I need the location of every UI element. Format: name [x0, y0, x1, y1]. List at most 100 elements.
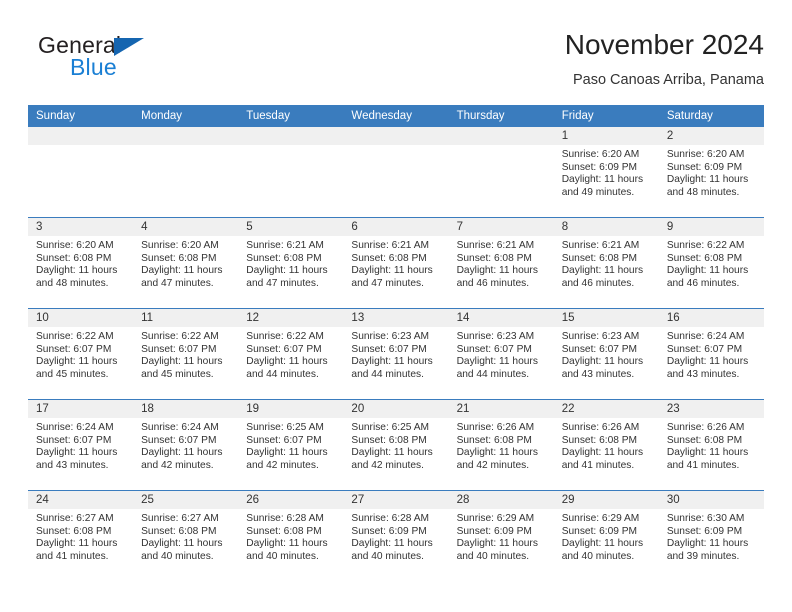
calendar-day[interactable]: 5 Sunrise: 6:21 AM Sunset: 6:08 PM Daylight… [238, 218, 344, 308]
calendar-day[interactable]: 18 Sunrise: 6:24 AM Sunset: 6:07 PM Dayligh… [133, 400, 239, 490]
calendar-day[interactable]: 16 Sunrise: 6:24 AM Sunset: 6:07 PM Dayligh… [658, 309, 764, 399]
calendar-day[interactable]: 27 Sunrise: 6:28 AM Sunset: 6:09 PM Dayligh… [343, 491, 449, 581]
calendar-cell: 30 Sunrise: 6:30 AM Sunset: 6:09 PM Dayligh… [658, 490, 764, 581]
day-details: Sunrise: 6:22 AM Sunset: 6:07 PM Daylight:… [28, 327, 133, 381]
calendar-day[interactable]: 11 Sunrise: 6:22 AM Sunset: 6:07 PM Dayligh… [133, 309, 239, 399]
calendar-day[interactable]: 9 Sunrise: 6:22 AM Sunset: 6:08 PM Daylight… [658, 218, 764, 308]
calendar-day[interactable]: 24 Sunrise: 6:27 AM Sunset: 6:08 PM Dayligh… [28, 491, 134, 581]
daylight-text: Daylight: 11 hours and 47 minutes. [141, 265, 223, 289]
calendar-day[interactable]: 20 Sunrise: 6:25 AM Sunset: 6:08 PM Dayligh… [343, 400, 449, 490]
calendar-day[interactable]: 14 Sunrise: 6:23 AM Sunset: 6:07 PM Dayligh… [448, 309, 554, 399]
sunset-text: Sunset: 6:08 PM [351, 434, 427, 446]
calendar-cell: 11 Sunrise: 6:22 AM Sunset: 6:07 PM Dayligh… [133, 308, 239, 400]
sunrise-text: Sunrise: 6:26 AM [456, 422, 535, 433]
daylight-text: Daylight: 11 hours and 44 minutes. [246, 356, 328, 380]
sunrise-text: Sunrise: 6:24 AM [141, 422, 219, 433]
calendar-day[interactable]: 4 Sunrise: 6:20 AM Sunset: 6:08 PM Daylight… [133, 218, 239, 308]
sunrise-text: Sunrise: 6:22 AM [246, 331, 324, 342]
calendar-day[interactable]: 22 Sunrise: 6:26 AM Sunset: 6:08 PM Dayligh… [553, 400, 659, 490]
daylight-text: Daylight: 11 hours and 44 minutes. [351, 356, 433, 380]
sunset-text: Sunset: 6:08 PM [36, 525, 112, 537]
calendar-day[interactable]: 23 Sunrise: 6:26 AM Sunset: 6:08 PM Dayligh… [658, 400, 764, 490]
day-details: Sunrise: 6:23 AM Sunset: 6:07 PM Daylight:… [343, 327, 448, 381]
daylight-text: Daylight: 11 hours and 42 minutes. [141, 447, 223, 471]
daylight-text: Daylight: 11 hours and 48 minutes. [666, 174, 749, 198]
day-number [133, 127, 239, 145]
calendar-day[interactable]: 13 Sunrise: 6:23 AM Sunset: 6:07 PM Dayligh… [343, 309, 449, 399]
daylight-text: Daylight: 11 hours and 47 minutes. [351, 265, 433, 289]
daylight-text: Daylight: 11 hours and 47 minutes. [246, 265, 328, 289]
calendar-cell: 3 Sunrise: 6:20 AM Sunset: 6:08 PM Daylight… [28, 217, 134, 309]
calendar-day[interactable]: 12 Sunrise: 6:22 AM Sunset: 6:07 PM Dayligh… [238, 309, 344, 399]
calendar-day[interactable]: 19 Sunrise: 6:25 AM Sunset: 6:07 PM Dayligh… [238, 400, 344, 490]
daylight-text: Daylight: 11 hours and 41 minutes. [666, 447, 749, 471]
calendar-day[interactable]: 26 Sunrise: 6:28 AM Sunset: 6:08 PM Dayligh… [238, 491, 344, 581]
daylight-text: Daylight: 11 hours and 40 minutes. [561, 538, 644, 562]
sunrise-text: Sunrise: 6:20 AM [666, 149, 745, 160]
calendar-cell: 22 Sunrise: 6:26 AM Sunset: 6:08 PM Dayligh… [553, 399, 659, 491]
weekday-header-friday: Friday [553, 105, 659, 127]
sunrise-text: Sunrise: 6:21 AM [351, 240, 430, 251]
sunset-text: Sunset: 6:07 PM [561, 343, 638, 355]
calendar-day[interactable]: 7 Sunrise: 6:21 AM Sunset: 6:08 PM Daylight… [448, 218, 554, 308]
calendar-day-empty [448, 127, 554, 217]
sunrise-text: Sunrise: 6:21 AM [246, 240, 324, 251]
calendar-day[interactable]: 17 Sunrise: 6:24 AM Sunset: 6:07 PM Dayligh… [28, 400, 134, 490]
sunset-text: Sunset: 6:07 PM [141, 434, 217, 446]
day-number: 2 [658, 127, 764, 145]
calendar-cell [343, 127, 449, 218]
calendar-day[interactable]: 15 Sunrise: 6:23 AM Sunset: 6:07 PM Dayligh… [553, 309, 659, 399]
day-details: Sunrise: 6:28 AM Sunset: 6:09 PM Daylight:… [343, 509, 448, 563]
calendar-cell: 26 Sunrise: 6:28 AM Sunset: 6:08 PM Dayligh… [238, 490, 344, 581]
day-details: Sunrise: 6:22 AM Sunset: 6:07 PM Daylight:… [133, 327, 238, 381]
sunset-text: Sunset: 6:07 PM [36, 434, 112, 446]
day-number [238, 127, 344, 145]
day-number: 24 [28, 491, 134, 509]
sunset-text: Sunset: 6:08 PM [456, 252, 532, 264]
day-details: Sunrise: 6:24 AM Sunset: 6:07 PM Daylight:… [659, 327, 764, 381]
calendar-day[interactable]: 1 Sunrise: 6:20 AM Sunset: 6:09 PM Daylight… [553, 127, 659, 217]
calendar-day[interactable]: 8 Sunrise: 6:21 AM Sunset: 6:08 PM Daylight… [553, 218, 659, 308]
sunset-text: Sunset: 6:08 PM [666, 252, 743, 264]
calendar-day[interactable]: 28 Sunrise: 6:29 AM Sunset: 6:09 PM Dayligh… [448, 491, 554, 581]
calendar-week-row: 17 Sunrise: 6:24 AM Sunset: 6:07 PM Dayligh… [28, 399, 764, 491]
calendar-day[interactable]: 25 Sunrise: 6:27 AM Sunset: 6:08 PM Dayligh… [133, 491, 239, 581]
calendar-cell: 24 Sunrise: 6:27 AM Sunset: 6:08 PM Dayligh… [28, 490, 134, 581]
calendar-week-row: 1 Sunrise: 6:20 AM Sunset: 6:09 PM Daylight… [28, 127, 764, 218]
sunset-text: Sunset: 6:09 PM [561, 161, 638, 173]
sunset-text: Sunset: 6:07 PM [246, 343, 322, 355]
calendar-day-empty [28, 127, 134, 217]
sunrise-text: Sunrise: 6:25 AM [351, 422, 430, 433]
sunset-text: Sunset: 6:08 PM [666, 434, 743, 446]
sunrise-text: Sunrise: 6:23 AM [351, 331, 430, 342]
day-number: 15 [553, 309, 659, 327]
day-number [448, 127, 554, 145]
sunrise-text: Sunrise: 6:20 AM [36, 240, 114, 251]
sunrise-text: Sunrise: 6:21 AM [456, 240, 535, 251]
page-title: November 2024 [564, 29, 764, 60]
calendar-day[interactable]: 30 Sunrise: 6:30 AM Sunset: 6:09 PM Dayligh… [658, 491, 764, 581]
calendar-day[interactable]: 29 Sunrise: 6:29 AM Sunset: 6:09 PM Dayligh… [553, 491, 659, 581]
sunrise-text: Sunrise: 6:30 AM [666, 513, 745, 524]
calendar-day[interactable]: 2 Sunrise: 6:20 AM Sunset: 6:09 PM Daylight… [658, 127, 764, 217]
calendar-cell: 12 Sunrise: 6:22 AM Sunset: 6:07 PM Dayligh… [238, 308, 344, 400]
calendar-cell: 27 Sunrise: 6:28 AM Sunset: 6:09 PM Dayligh… [343, 490, 449, 581]
day-details: Sunrise: 6:21 AM Sunset: 6:08 PM Daylight:… [343, 236, 448, 290]
weekday-header-thursday: Thursday [448, 105, 554, 127]
sunset-text: Sunset: 6:07 PM [246, 434, 322, 446]
sunrise-text: Sunrise: 6:29 AM [561, 513, 640, 524]
sunrise-text: Sunrise: 6:29 AM [456, 513, 535, 524]
daylight-text: Daylight: 11 hours and 42 minutes. [456, 447, 538, 471]
day-number [343, 127, 449, 145]
sunset-text: Sunset: 6:09 PM [666, 161, 743, 173]
sunrise-sunset-calendar: Sunday Monday Tuesday Wednesday Thursday Frid… [28, 105, 764, 581]
sunrise-text: Sunrise: 6:23 AM [561, 331, 640, 342]
day-number: 10 [28, 309, 134, 327]
day-details: Sunrise: 6:21 AM Sunset: 6:08 PM Daylight:… [238, 236, 343, 290]
calendar-day[interactable]: 6 Sunrise: 6:21 AM Sunset: 6:08 PM Daylight… [343, 218, 449, 308]
calendar-day[interactable]: 3 Sunrise: 6:20 AM Sunset: 6:08 PM Daylight… [28, 218, 134, 308]
calendar-day[interactable]: 21 Sunrise: 6:26 AM Sunset: 6:08 PM Dayligh… [448, 400, 554, 490]
day-number: 5 [238, 218, 344, 236]
calendar-day[interactable]: 10 Sunrise: 6:22 AM Sunset: 6:07 PM Dayligh… [28, 309, 134, 399]
sunrise-text: Sunrise: 6:27 AM [141, 513, 219, 524]
